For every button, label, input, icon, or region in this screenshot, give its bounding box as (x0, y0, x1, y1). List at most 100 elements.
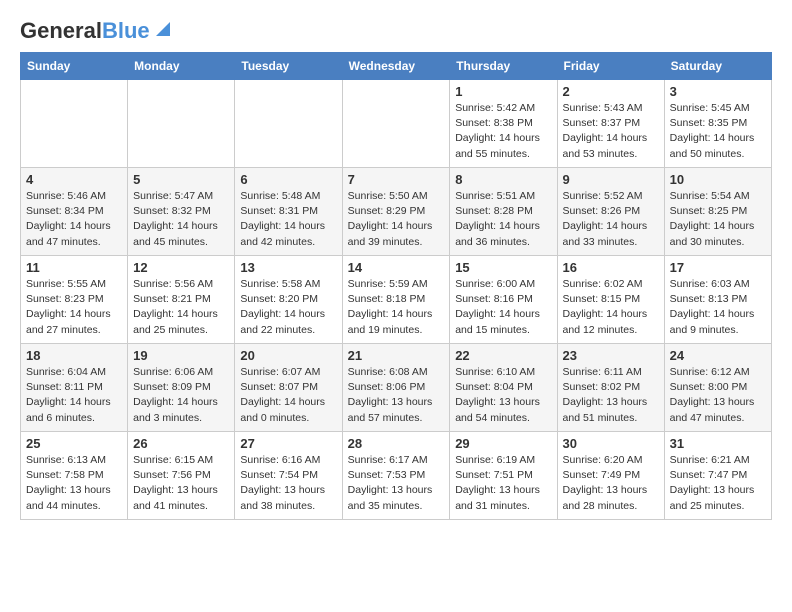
calendar-cell: 27Sunrise: 6:16 AMSunset: 7:54 PMDayligh… (235, 432, 342, 520)
calendar-cell: 16 Sunrise: 6:02 AMSunset: 8:15 PMDayligh… (557, 256, 664, 344)
day-number: 22 (455, 348, 551, 363)
day-info: Sunrise: 5:43 AMSunset: 8:37 PMDaylight:… (563, 101, 659, 162)
calendar-cell: 18Sunrise: 6:04 AMSunset: 8:11 PMDayligh… (21, 344, 128, 432)
day-number: 11 (26, 260, 122, 275)
weekday-header-sunday: Sunday (21, 53, 128, 80)
day-number: 4 (26, 172, 122, 187)
calendar-week-row: 11 Sunrise: 5:55 AMSunset: 8:23 PMDayligh… (21, 256, 772, 344)
calendar-cell: 5Sunrise: 5:47 AMSunset: 8:32 PMDaylight… (128, 168, 235, 256)
day-number: 10 (670, 172, 766, 187)
day-info: Sunrise: 5:56 AMSunset: 8:21 PMDaylight:… (133, 277, 229, 338)
calendar-header-row: SundayMondayTuesdayWednesdayThursdayFrid… (21, 53, 772, 80)
day-number: 1 (455, 84, 551, 99)
day-info: Sunrise: 6:17 AMSunset: 7:53 PMDaylight:… (348, 453, 445, 514)
calendar-body: 1 Sunrise: 5:42 AMSunset: 8:38 PMDaylight… (21, 80, 772, 520)
calendar-cell: 28 Sunrise: 6:17 AMSunset: 7:53 PMDayligh… (342, 432, 450, 520)
day-number: 26 (133, 436, 229, 451)
day-number: 8 (455, 172, 551, 187)
day-info: Sunrise: 6:08 AMSunset: 8:06 PMDaylight:… (348, 365, 445, 426)
day-info: Sunrise: 6:12 AMSunset: 8:00 PMDaylight:… (670, 365, 766, 426)
day-number: 21 (348, 348, 445, 363)
logo-icon (152, 18, 174, 40)
day-number: 3 (670, 84, 766, 99)
weekday-header-monday: Monday (128, 53, 235, 80)
day-info: Sunrise: 5:51 AMSunset: 8:28 PMDaylight:… (455, 189, 551, 250)
page-header: GeneralBlue (20, 20, 772, 42)
calendar-cell: 22 Sunrise: 6:10 AMSunset: 8:04 PMDayligh… (450, 344, 557, 432)
calendar-cell: 23 Sunrise: 6:11 AMSunset: 8:02 PMDayligh… (557, 344, 664, 432)
day-number: 28 (348, 436, 445, 451)
calendar-cell (235, 80, 342, 168)
calendar-cell (21, 80, 128, 168)
day-info: Sunrise: 5:42 AMSunset: 8:38 PMDaylight:… (455, 101, 551, 162)
day-info: Sunrise: 6:00 AMSunset: 8:16 PMDaylight:… (455, 277, 551, 338)
day-number: 9 (563, 172, 659, 187)
day-number: 24 (670, 348, 766, 363)
day-number: 17 (670, 260, 766, 275)
day-info: Sunrise: 6:16 AMSunset: 7:54 PMDaylight:… (240, 453, 336, 514)
day-number: 16 (563, 260, 659, 275)
day-info: Sunrise: 5:52 AMSunset: 8:26 PMDaylight:… (563, 189, 659, 250)
day-info: Sunrise: 6:19 AMSunset: 7:51 PMDaylight:… (455, 453, 551, 514)
day-info: Sunrise: 6:20 AMSunset: 7:49 PMDaylight:… (563, 453, 659, 514)
day-number: 6 (240, 172, 336, 187)
calendar-cell: 3 Sunrise: 5:45 AMSunset: 8:35 PMDaylight… (664, 80, 771, 168)
day-number: 19 (133, 348, 229, 363)
calendar-cell: 9 Sunrise: 5:52 AMSunset: 8:26 PMDaylight… (557, 168, 664, 256)
calendar-week-row: 4Sunrise: 5:46 AMSunset: 8:34 PMDaylight… (21, 168, 772, 256)
calendar-cell (128, 80, 235, 168)
calendar-cell: 20Sunrise: 6:07 AMSunset: 8:07 PMDayligh… (235, 344, 342, 432)
weekday-header-tuesday: Tuesday (235, 53, 342, 80)
calendar-cell: 26 Sunrise: 6:15 AMSunset: 7:56 PMDayligh… (128, 432, 235, 520)
day-number: 14 (348, 260, 445, 275)
day-info: Sunrise: 6:04 AMSunset: 8:11 PMDaylight:… (26, 365, 122, 426)
calendar-cell: 1 Sunrise: 5:42 AMSunset: 8:38 PMDaylight… (450, 80, 557, 168)
day-number: 12 (133, 260, 229, 275)
calendar-cell: 25Sunrise: 6:13 AMSunset: 7:58 PMDayligh… (21, 432, 128, 520)
calendar-cell: 8 Sunrise: 5:51 AMSunset: 8:28 PMDaylight… (450, 168, 557, 256)
day-number: 2 (563, 84, 659, 99)
day-number: 23 (563, 348, 659, 363)
calendar-cell: 10 Sunrise: 5:54 AMSunset: 8:25 PMDayligh… (664, 168, 771, 256)
day-info: Sunrise: 6:10 AMSunset: 8:04 PMDaylight:… (455, 365, 551, 426)
day-number: 31 (670, 436, 766, 451)
day-info: Sunrise: 5:58 AMSunset: 8:20 PMDaylight:… (240, 277, 336, 338)
day-info: Sunrise: 6:06 AMSunset: 8:09 PMDaylight:… (133, 365, 229, 426)
calendar-cell: 17 Sunrise: 6:03 AMSunset: 8:13 PMDayligh… (664, 256, 771, 344)
calendar-cell: 15 Sunrise: 6:00 AMSunset: 8:16 PMDayligh… (450, 256, 557, 344)
day-info: Sunrise: 5:55 AMSunset: 8:23 PMDaylight:… (26, 277, 122, 338)
weekday-header-saturday: Saturday (664, 53, 771, 80)
calendar-cell: 30Sunrise: 6:20 AMSunset: 7:49 PMDayligh… (557, 432, 664, 520)
weekday-header-friday: Friday (557, 53, 664, 80)
logo-text: GeneralBlue (20, 20, 150, 42)
calendar-cell: 11 Sunrise: 5:55 AMSunset: 8:23 PMDayligh… (21, 256, 128, 344)
calendar-cell: 2 Sunrise: 5:43 AMSunset: 8:37 PMDaylight… (557, 80, 664, 168)
day-info: Sunrise: 6:03 AMSunset: 8:13 PMDaylight:… (670, 277, 766, 338)
calendar-cell: 31 Sunrise: 6:21 AMSunset: 7:47 PMDayligh… (664, 432, 771, 520)
calendar-cell: 7Sunrise: 5:50 AMSunset: 8:29 PMDaylight… (342, 168, 450, 256)
calendar-cell: 19 Sunrise: 6:06 AMSunset: 8:09 PMDayligh… (128, 344, 235, 432)
day-info: Sunrise: 6:07 AMSunset: 8:07 PMDaylight:… (240, 365, 336, 426)
day-number: 7 (348, 172, 445, 187)
calendar-cell: 21 Sunrise: 6:08 AMSunset: 8:06 PMDayligh… (342, 344, 450, 432)
day-info: Sunrise: 5:54 AMSunset: 8:25 PMDaylight:… (670, 189, 766, 250)
day-info: Sunrise: 6:21 AMSunset: 7:47 PMDaylight:… (670, 453, 766, 514)
logo: GeneralBlue (20, 20, 174, 42)
day-info: Sunrise: 6:02 AMSunset: 8:15 PMDaylight:… (563, 277, 659, 338)
weekday-header-thursday: Thursday (450, 53, 557, 80)
calendar-week-row: 18Sunrise: 6:04 AMSunset: 8:11 PMDayligh… (21, 344, 772, 432)
calendar-cell: 24 Sunrise: 6:12 AMSunset: 8:00 PMDayligh… (664, 344, 771, 432)
calendar-cell: 29Sunrise: 6:19 AMSunset: 7:51 PMDayligh… (450, 432, 557, 520)
calendar-cell: 12 Sunrise: 5:56 AMSunset: 8:21 PMDayligh… (128, 256, 235, 344)
calendar-cell: 6Sunrise: 5:48 AMSunset: 8:31 PMDaylight… (235, 168, 342, 256)
day-info: Sunrise: 5:47 AMSunset: 8:32 PMDaylight:… (133, 189, 229, 250)
day-info: Sunrise: 6:11 AMSunset: 8:02 PMDaylight:… (563, 365, 659, 426)
day-number: 13 (240, 260, 336, 275)
day-number: 15 (455, 260, 551, 275)
calendar-cell: 13 Sunrise: 5:58 AMSunset: 8:20 PMDayligh… (235, 256, 342, 344)
day-info: Sunrise: 5:45 AMSunset: 8:35 PMDaylight:… (670, 101, 766, 162)
calendar-cell: 14Sunrise: 5:59 AMSunset: 8:18 PMDayligh… (342, 256, 450, 344)
day-info: Sunrise: 6:13 AMSunset: 7:58 PMDaylight:… (26, 453, 122, 514)
calendar-week-row: 1 Sunrise: 5:42 AMSunset: 8:38 PMDaylight… (21, 80, 772, 168)
day-info: Sunrise: 6:15 AMSunset: 7:56 PMDaylight:… (133, 453, 229, 514)
